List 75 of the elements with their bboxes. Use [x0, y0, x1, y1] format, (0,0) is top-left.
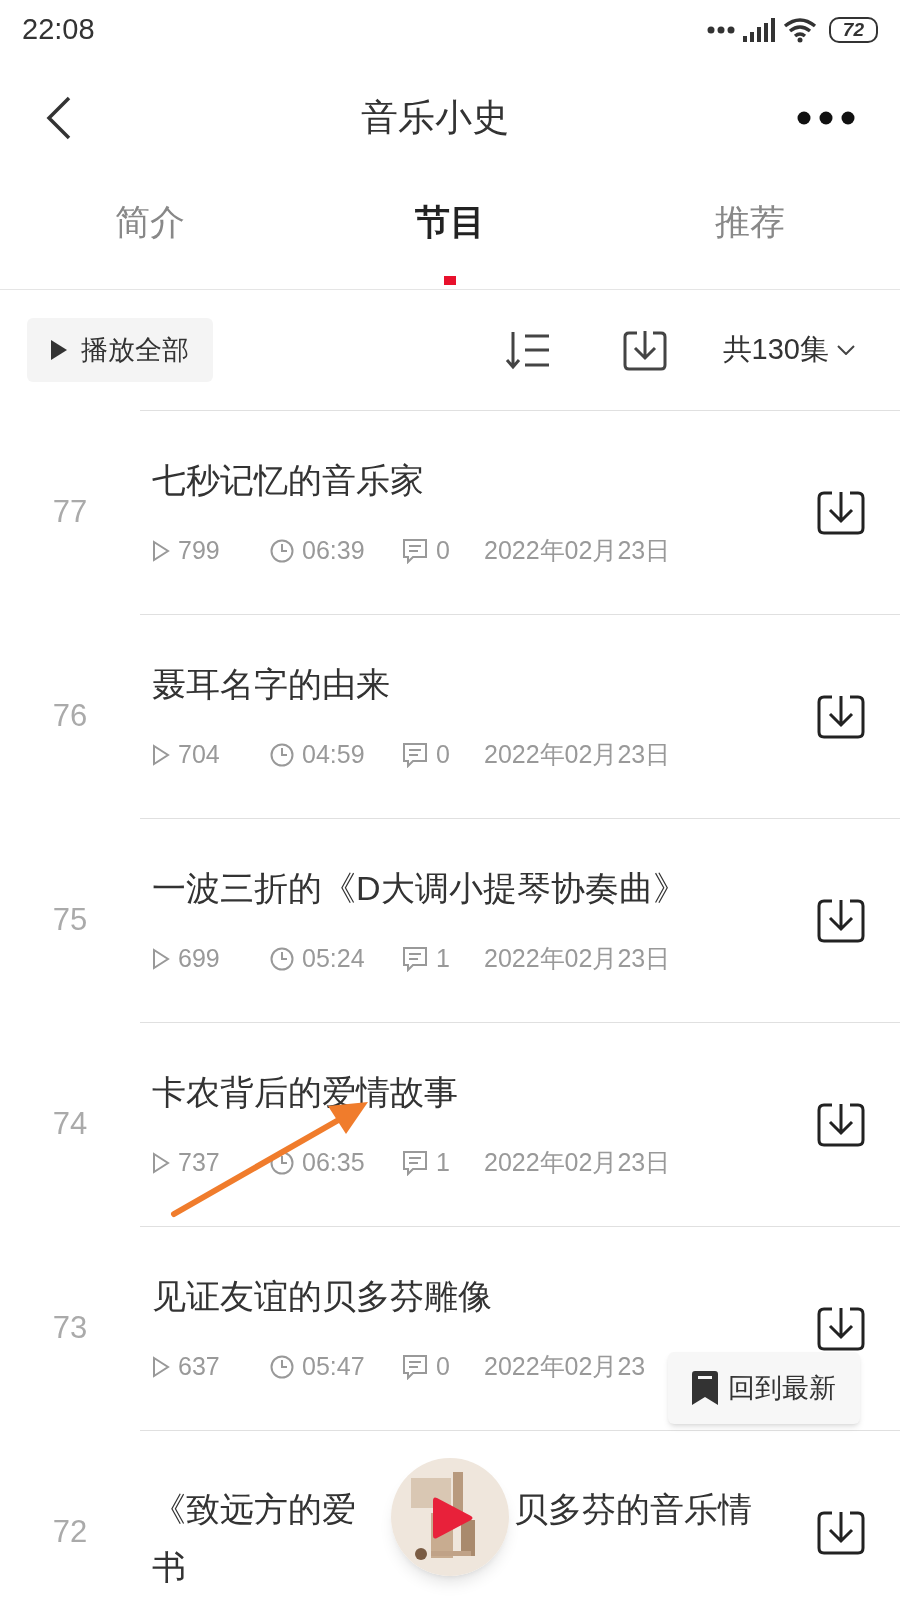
play-count: 699	[178, 943, 221, 975]
episode-title[interactable]: 七秒记忆的音乐家	[152, 455, 817, 507]
status-time: 22:08	[22, 12, 95, 48]
duration: 05:24	[302, 943, 366, 975]
tab[interactable]: 推荐	[715, 195, 785, 248]
publish-date: 2022年02月23日	[484, 535, 671, 567]
tab-indicator	[444, 276, 456, 285]
more-icon[interactable]	[797, 110, 855, 125]
play-count: 637	[178, 1351, 221, 1383]
episode-number: 76	[52, 696, 88, 735]
download-icon[interactable]	[817, 1101, 865, 1148]
clock-icon	[270, 1355, 294, 1379]
play-all-button[interactable]: 播放全部	[27, 318, 213, 382]
episode-number: 73	[52, 1308, 88, 1347]
comment-count: 0	[436, 739, 451, 771]
comment-count: 0	[436, 535, 451, 567]
dots-icon	[706, 25, 735, 35]
episode-count-dropdown[interactable]: 共130集	[722, 328, 855, 372]
episode-title[interactable]: 书	[152, 1537, 186, 1596]
download-icon[interactable]	[622, 329, 667, 371]
episode-number: 72	[52, 1512, 88, 1551]
comment-icon	[402, 742, 428, 768]
comment-count: 0	[436, 1351, 451, 1383]
duration: 05:47	[302, 1351, 366, 1383]
publish-date: 2022年02月23	[484, 1351, 646, 1383]
play-count-icon	[152, 1356, 170, 1378]
episode-number: 75	[52, 900, 88, 939]
download-icon[interactable]	[817, 1509, 865, 1556]
episode-title[interactable]: 贝多芬的音乐情	[514, 1479, 752, 1538]
download-icon[interactable]	[817, 1305, 865, 1352]
play-icon	[51, 340, 67, 360]
play-count-icon	[152, 744, 170, 766]
publish-date: 2022年02月23日	[484, 739, 671, 771]
publish-date: 2022年02月23日	[484, 1147, 671, 1179]
tab[interactable]: 节目	[415, 195, 485, 248]
publish-date: 2022年02月23日	[484, 943, 671, 975]
episode-number: 77	[52, 492, 88, 531]
episode-title[interactable]: 一波三折的《D大调小提琴协奏曲》	[152, 863, 817, 915]
play-icon[interactable]	[433, 1496, 473, 1540]
comment-count: 1	[436, 1147, 451, 1179]
duration: 06:39	[302, 535, 366, 567]
episode-title[interactable]: 《致远方的爱	[152, 1479, 356, 1538]
back-icon[interactable]	[45, 95, 73, 140]
clock-icon	[270, 539, 294, 563]
play-count: 799	[178, 535, 221, 567]
comment-icon	[402, 1354, 428, 1380]
download-icon[interactable]	[817, 693, 865, 740]
comment-count: 1	[436, 943, 451, 975]
sort-icon[interactable]	[504, 330, 551, 370]
bookmark-icon	[692, 1371, 718, 1405]
comment-icon	[402, 1150, 428, 1176]
wifi-icon	[782, 17, 817, 43]
signal-icon	[742, 18, 775, 42]
clock-icon	[270, 947, 294, 971]
play-count: 737	[178, 1147, 221, 1179]
clock-icon	[270, 1151, 294, 1175]
tab[interactable]: 简介	[115, 195, 185, 248]
page-title: 音乐小史	[361, 95, 509, 140]
play-count: 704	[178, 739, 221, 771]
download-icon[interactable]	[817, 897, 865, 944]
battery-indicator: 72	[828, 17, 878, 43]
episode-title[interactable]: 见证友谊的贝多芬雕像	[152, 1271, 817, 1323]
duration: 04:59	[302, 739, 366, 771]
back-to-latest-button[interactable]: 回到最新	[668, 1352, 860, 1424]
download-icon[interactable]	[817, 489, 865, 536]
play-count-icon	[152, 948, 170, 970]
episode-title[interactable]: 聂耳名字的由来	[152, 659, 817, 711]
episode-number: 74	[52, 1104, 88, 1143]
duration: 06:35	[302, 1147, 366, 1179]
comment-icon	[402, 946, 428, 972]
clock-icon	[270, 743, 294, 767]
play-count-icon	[152, 540, 170, 562]
chevron-down-icon	[837, 345, 855, 355]
play-count-icon	[152, 1152, 170, 1174]
comment-icon	[402, 538, 428, 564]
